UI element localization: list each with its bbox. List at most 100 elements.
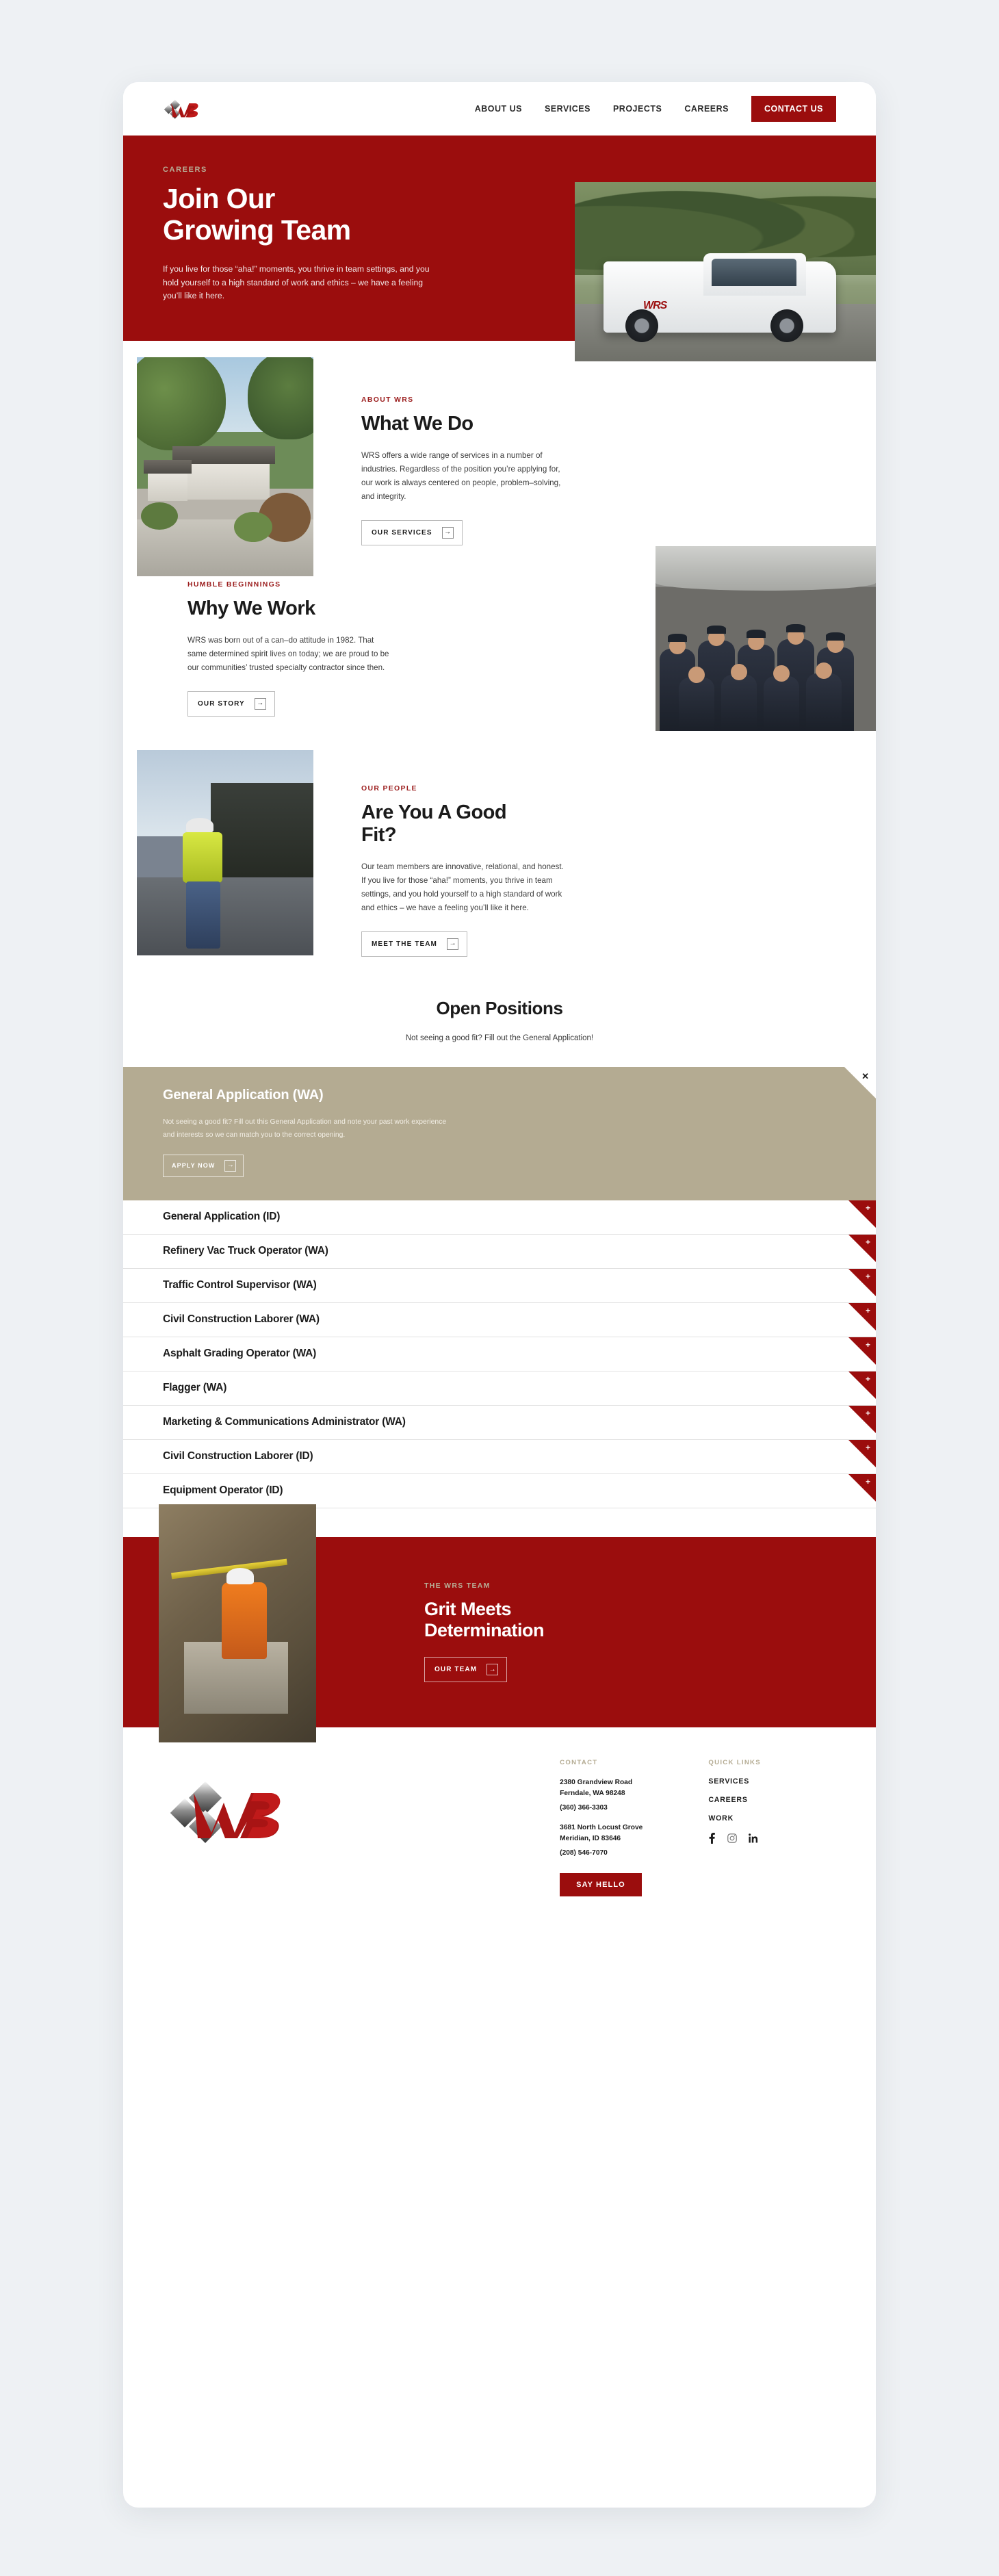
why-we-work-section: HUMBLE BEGINNINGS Why We Work WRS was bo… xyxy=(123,546,876,750)
why-we-work-photo xyxy=(656,546,876,731)
good-fit-section: OUR PEOPLE Are You A Good Fit? Our team … xyxy=(123,750,876,962)
our-services-button[interactable]: OUR SERVICES → xyxy=(361,519,463,545)
linkedin-icon[interactable] xyxy=(749,1833,758,1843)
facebook-icon[interactable] xyxy=(708,1832,716,1844)
accordion-row-marketing-communications-administrator-wa[interactable]: Marketing & Communications Administrator… xyxy=(123,1405,876,1440)
plus-icon[interactable]: + xyxy=(866,1443,870,1452)
position-title: Traffic Control Supervisor (WA) xyxy=(163,1279,317,1291)
expand-triangle-icon xyxy=(848,1439,876,1467)
accordion-row-general-application-id[interactable]: General Application (ID) + xyxy=(123,1200,876,1235)
corner-cut-decoration xyxy=(844,1067,876,1098)
address-line2: Meridian, ID 83646 xyxy=(560,1835,621,1843)
plus-icon[interactable]: + xyxy=(866,1306,870,1315)
say-hello-button[interactable]: SAY HELLO xyxy=(560,1872,642,1896)
site-header: ABOUT US SERVICES PROJECTS CAREERS CONTA… xyxy=(123,82,876,136)
wrs-logo-icon xyxy=(164,99,198,119)
hero-title-line2: Growing Team xyxy=(163,214,351,246)
expand-triangle-icon xyxy=(848,1405,876,1433)
nav-item-about-us[interactable]: ABOUT US xyxy=(475,104,522,114)
footer-address-wa: 2380 Grandview Road Ferndale, WA 98248 xyxy=(560,1777,643,1800)
hero-body: If you live for those “aha!” moments, yo… xyxy=(163,263,430,301)
footer-link-careers[interactable]: CAREERS xyxy=(708,1796,761,1804)
what-we-do-section: ABOUT WRS What We Do WRS offers a wide r… xyxy=(123,341,876,576)
expand-triangle-icon xyxy=(848,1337,876,1365)
our-services-label: OUR SERVICES xyxy=(372,528,432,537)
what-we-do-kicker: ABOUT WRS xyxy=(361,396,414,404)
plus-icon[interactable]: + xyxy=(866,1238,870,1246)
grit-kicker: THE WRS TEAM xyxy=(424,1581,491,1590)
position-title: Civil Construction Laborer (ID) xyxy=(163,1450,313,1462)
apply-now-button[interactable]: APPLY NOW → xyxy=(163,1154,244,1177)
our-story-button[interactable]: OUR STORY → xyxy=(187,691,275,717)
position-title: Asphalt Grading Operator (WA) xyxy=(163,1348,317,1359)
expand-triangle-icon xyxy=(848,1473,876,1502)
instagram-icon[interactable] xyxy=(727,1833,738,1843)
accordion-row-equipment-operator-id[interactable]: Equipment Operator (ID) + xyxy=(123,1473,876,1508)
address-line1: 2380 Grandview Road xyxy=(560,1778,633,1786)
arrow-right-icon: → xyxy=(441,526,454,539)
accordion-row-flagger-wa[interactable]: Flagger (WA) + xyxy=(123,1371,876,1406)
accordion-row-refinery-vac-truck-operator-wa[interactable]: Refinery Vac Truck Operator (WA) + xyxy=(123,1234,876,1269)
plus-icon[interactable]: + xyxy=(866,1204,870,1212)
nav-item-services[interactable]: SERVICES xyxy=(545,104,591,114)
site-page: ABOUT US SERVICES PROJECTS CAREERS CONTA… xyxy=(123,82,876,2508)
position-title: Marketing & Communications Administrator… xyxy=(163,1416,406,1428)
apply-now-label: APPLY NOW xyxy=(172,1162,216,1169)
contact-us-button[interactable]: CONTACT US xyxy=(751,96,836,122)
hero-truck-photo: WRS xyxy=(575,182,876,361)
footer-contact-column: CONTACT 2380 Grandview Road Ferndale, WA… xyxy=(560,1759,643,1896)
what-we-do-title: What We Do xyxy=(361,413,473,435)
position-title: Flagger (WA) xyxy=(163,1382,227,1393)
plus-icon[interactable]: + xyxy=(866,1272,870,1280)
arrow-right-icon: → xyxy=(446,938,458,950)
accordion-item-expanded[interactable]: ✕ General Application (WA) Not seeing a … xyxy=(123,1067,876,1200)
why-we-work-title: Why We Work xyxy=(187,597,315,619)
good-fit-title-line1: Are You A Good xyxy=(361,801,507,823)
why-we-work-kicker: HUMBLE BEGINNINGS xyxy=(187,580,281,589)
plus-icon[interactable]: + xyxy=(866,1409,870,1417)
what-we-do-photo xyxy=(137,357,313,576)
footer-phone-id[interactable]: (208) 546-7070 xyxy=(560,1849,643,1857)
plus-icon[interactable]: + xyxy=(866,1478,870,1486)
open-positions-subtitle: Not seeing a good fit? Fill out the Gene… xyxy=(405,1034,594,1042)
expand-triangle-icon xyxy=(848,1268,876,1296)
accordion-row-traffic-control-supervisor-wa[interactable]: Traffic Control Supervisor (WA) + xyxy=(123,1268,876,1303)
address-line2: Ferndale, WA 98248 xyxy=(560,1790,625,1798)
plus-icon[interactable]: + xyxy=(866,1341,870,1349)
position-title: General Application (ID) xyxy=(163,1211,281,1222)
footer-quick-links-column: QUICK LINKS SERVICES CAREERS WORK xyxy=(708,1759,761,1896)
position-title: Refinery Vac Truck Operator (WA) xyxy=(163,1245,328,1257)
accordion-row-civil-construction-laborer-wa[interactable]: Civil Construction Laborer (WA) + xyxy=(123,1302,876,1337)
grit-title: Grit Meets Determination xyxy=(424,1598,545,1641)
accordion-row-asphalt-grading-operator-wa[interactable]: Asphalt Grading Operator (WA) + xyxy=(123,1337,876,1371)
hero-title: Join Our Growing Team xyxy=(163,183,478,246)
accordion-row-civil-construction-laborer-id[interactable]: Civil Construction Laborer (ID) + xyxy=(123,1439,876,1474)
footer-link-work[interactable]: WORK xyxy=(708,1814,761,1822)
our-team-button[interactable]: OUR TEAM → xyxy=(424,1657,508,1683)
what-we-do-body: WRS offers a wide range of services in a… xyxy=(361,451,561,501)
arrow-right-icon: → xyxy=(486,1664,499,1676)
meet-the-team-button[interactable]: MEET THE TEAM → xyxy=(361,931,467,957)
hero-section: CAREERS Join Our Growing Team If you liv… xyxy=(123,136,876,361)
grit-photo xyxy=(159,1504,316,1742)
main-nav: ABOUT US SERVICES PROJECTS CAREERS CONTA… xyxy=(475,96,836,122)
grit-section: THE WRS TEAM Grit Meets Determination OU… xyxy=(123,1504,876,1742)
header-logo[interactable] xyxy=(163,97,205,120)
wrs-logo-icon xyxy=(170,1781,281,1843)
nav-item-projects[interactable]: PROJECTS xyxy=(613,104,662,114)
position-title: Equipment Operator (ID) xyxy=(163,1484,283,1496)
footer-logo[interactable] xyxy=(163,1759,322,1845)
open-positions-title: Open Positions xyxy=(436,998,563,1018)
close-icon[interactable]: ✕ xyxy=(861,1072,869,1081)
plus-icon[interactable]: + xyxy=(866,1375,870,1383)
good-fit-title-line2: Fit? xyxy=(361,824,397,847)
good-fit-body: Our team members are innovative, relatio… xyxy=(361,862,564,912)
footer-phone-wa[interactable]: (360) 366-3303 xyxy=(560,1804,643,1812)
footer-link-services[interactable]: SERVICES xyxy=(708,1777,761,1786)
good-fit-photo xyxy=(137,750,313,955)
why-we-work-body: WRS was born out of a can–do attitude in… xyxy=(187,636,389,672)
grit-title-line1: Grit Meets xyxy=(424,1598,512,1619)
nav-item-careers[interactable]: CAREERS xyxy=(684,104,729,114)
site-footer: CONTACT 2380 Grandview Road Ferndale, WA… xyxy=(123,1727,876,1936)
footer-contact-heading: CONTACT xyxy=(560,1758,598,1766)
